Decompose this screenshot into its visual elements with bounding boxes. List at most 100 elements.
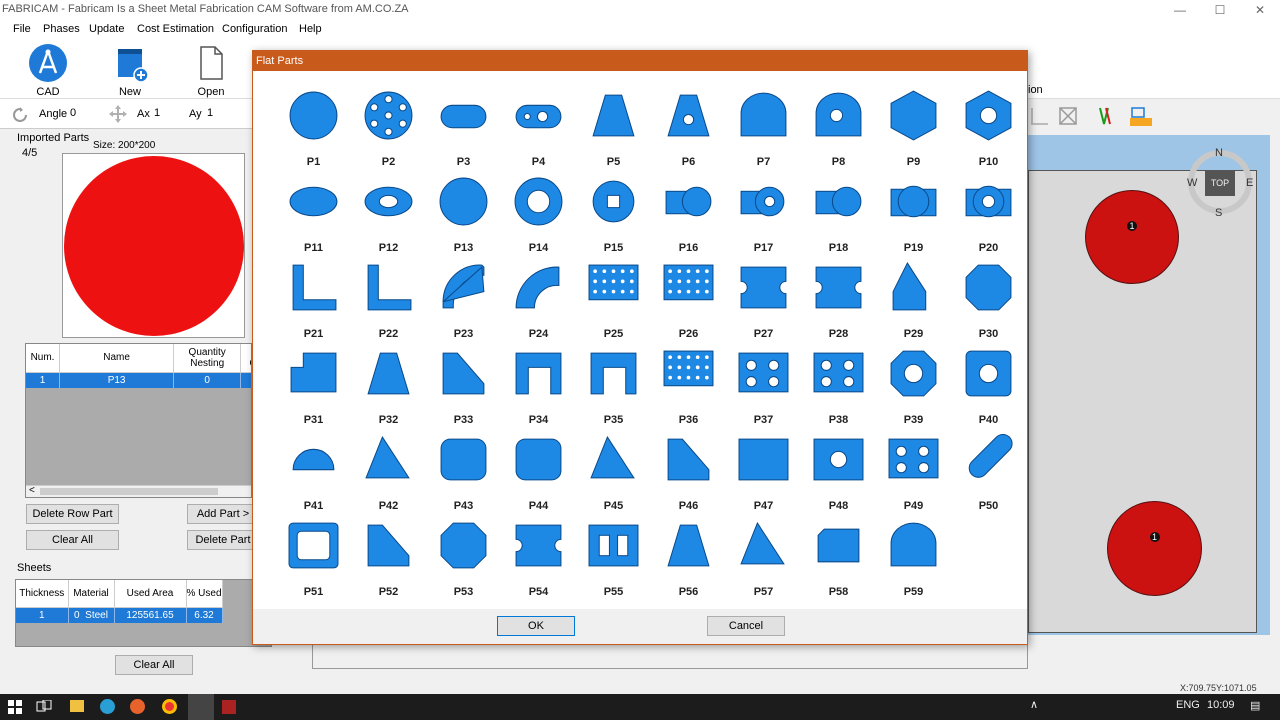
nested-part[interactable]: 1 (1085, 190, 1179, 284)
flat-part-p14[interactable]: P14 (501, 171, 576, 257)
flat-part-p22[interactable]: P22 (351, 257, 426, 343)
flat-part-p6[interactable]: P6 (651, 85, 726, 171)
flat-part-p55[interactable]: P55 (576, 515, 651, 601)
flat-part-p31[interactable]: P31 (276, 343, 351, 429)
row-qty[interactable]: 0 (173, 372, 242, 388)
flat-part-p39[interactable]: P39 (876, 343, 951, 429)
flat-part-p10[interactable]: P10 (951, 85, 1026, 171)
flat-part-p51[interactable]: P51 (276, 515, 351, 601)
file-explorer-icon[interactable] (70, 700, 84, 712)
flat-part-p11[interactable]: P11 (276, 171, 351, 257)
flat-part-p21[interactable]: P21 (276, 257, 351, 343)
col-thickness[interactable]: Thickness (16, 580, 69, 608)
flat-part-p52[interactable]: P52 (351, 515, 426, 601)
move-icon[interactable] (108, 104, 128, 124)
sheets-clear-all-button[interactable]: Clear All (115, 655, 193, 675)
col-quantity-nesting[interactable]: Quantity Nesting (173, 344, 242, 373)
flat-part-p33[interactable]: P33 (426, 343, 501, 429)
flat-part-p44[interactable]: P44 (501, 429, 576, 515)
menu-file[interactable]: File (13, 23, 31, 35)
flat-part-p54[interactable]: P54 (501, 515, 576, 601)
flat-part-p17[interactable]: P17 (726, 171, 801, 257)
flat-part-p34[interactable]: P34 (501, 343, 576, 429)
flat-part-p32[interactable]: P32 (351, 343, 426, 429)
flat-part-p37[interactable]: P37 (726, 343, 801, 429)
flat-part-p28[interactable]: P28 (801, 257, 876, 343)
chrome-icon[interactable] (162, 699, 177, 714)
menu-configuration[interactable]: Configuration (222, 23, 287, 35)
flat-part-p7[interactable]: P7 (726, 85, 801, 171)
flat-part-p45[interactable]: P45 (576, 429, 651, 515)
menu-help[interactable]: Help (299, 23, 322, 35)
view-top-face[interactable]: TOP (1205, 170, 1235, 196)
horizontal-scrollbar[interactable]: < (26, 485, 251, 497)
flat-part-p25[interactable]: P25 (576, 257, 651, 343)
flat-part-p42[interactable]: P42 (351, 429, 426, 515)
col-name[interactable]: Name (59, 344, 175, 373)
flat-part-p26[interactable]: P26 (651, 257, 726, 343)
flat-part-p23[interactable]: P23 (426, 257, 501, 343)
flat-part-p49[interactable]: P49 (876, 429, 951, 515)
flat-part-p8[interactable]: P8 (801, 85, 876, 171)
minimize-button[interactable]: — (1160, 0, 1200, 20)
flat-part-p9[interactable]: P9 (876, 85, 951, 171)
flat-part-p18[interactable]: P18 (801, 171, 876, 257)
ribbon-tool-icons[interactable] (1030, 104, 1160, 128)
flat-part-p29[interactable]: P29 (876, 257, 951, 343)
flat-part-p53[interactable]: P53 (426, 515, 501, 601)
cancel-button[interactable]: Cancel (707, 616, 785, 636)
close-button[interactable]: ✕ (1240, 0, 1280, 20)
maximize-button[interactable]: ☐ (1200, 0, 1240, 20)
col-num[interactable]: Num. (26, 344, 61, 373)
flat-part-p20[interactable]: P20 (951, 171, 1026, 257)
firefox-icon[interactable] (130, 699, 145, 714)
flat-part-p13[interactable]: P13 (426, 171, 501, 257)
flat-part-p1[interactable]: P1 (276, 85, 351, 171)
flat-part-p57[interactable]: P57 (726, 515, 801, 601)
flat-part-p27[interactable]: P27 (726, 257, 801, 343)
menu-cost-estimation[interactable]: Cost Estimation (137, 23, 214, 35)
view-cube[interactable]: N S W E TOP (1187, 147, 1253, 219)
app-taskbar-icon[interactable] (222, 700, 236, 714)
table-row[interactable]: 1 0 Steel 125561.65 6.32 (16, 607, 271, 623)
flat-part-p47[interactable]: P47 (726, 429, 801, 515)
table-row[interactable]: 1 P13 0 (26, 372, 251, 388)
flat-part-p35[interactable]: P35 (576, 343, 651, 429)
clear-all-button[interactable]: Clear All (26, 530, 119, 550)
delete-row-part-button[interactable]: Delete Row Part (26, 504, 119, 524)
scrollbar-thumb[interactable] (40, 488, 218, 495)
angle-input[interactable]: 0 (68, 105, 102, 123)
flat-part-p16[interactable]: P16 (651, 171, 726, 257)
flat-part-p38[interactable]: P38 (801, 343, 876, 429)
notifications-icon[interactable]: ▤ (1250, 699, 1260, 712)
flat-part-p59[interactable]: P59 (876, 515, 951, 601)
ok-button[interactable]: OK (497, 616, 575, 636)
flat-part-p40[interactable]: P40 (951, 343, 1026, 429)
nested-part[interactable]: 1 (1107, 501, 1202, 596)
flat-part-p43[interactable]: P43 (426, 429, 501, 515)
flat-part-p24[interactable]: P24 (501, 257, 576, 343)
menu-phases[interactable]: Phases (43, 23, 80, 35)
flat-part-p41[interactable]: P41 (276, 429, 351, 515)
flat-part-p46[interactable]: P46 (651, 429, 726, 515)
task-view-icon[interactable] (36, 700, 52, 714)
fabricam-taskbar-icon[interactable] (188, 694, 214, 720)
delete-part-button[interactable]: Delete Part (187, 530, 259, 550)
flat-part-p58[interactable]: P58 (801, 515, 876, 601)
flat-part-p48[interactable]: P48 (801, 429, 876, 515)
rotate-icon[interactable] (12, 107, 28, 123)
clock[interactable]: 10:09 (1207, 699, 1235, 711)
flat-part-p5[interactable]: P5 (576, 85, 651, 171)
flat-part-p2[interactable]: P2 (351, 85, 426, 171)
flat-part-p19[interactable]: P19 (876, 171, 951, 257)
language-indicator[interactable]: ENG (1176, 699, 1200, 711)
col-pct-used[interactable]: % Used (186, 580, 223, 608)
menu-update[interactable]: Update (89, 23, 124, 35)
flat-part-p4[interactable]: P4 (501, 85, 576, 171)
scroll-left-arrow[interactable]: < (29, 485, 35, 496)
tray-chevron-icon[interactable]: ∧ (1030, 698, 1038, 711)
flat-part-p12[interactable]: P12 (351, 171, 426, 257)
telegram-icon[interactable] (100, 699, 115, 714)
ax-input[interactable]: 1 (152, 105, 182, 123)
windows-start-icon[interactable] (8, 700, 22, 714)
